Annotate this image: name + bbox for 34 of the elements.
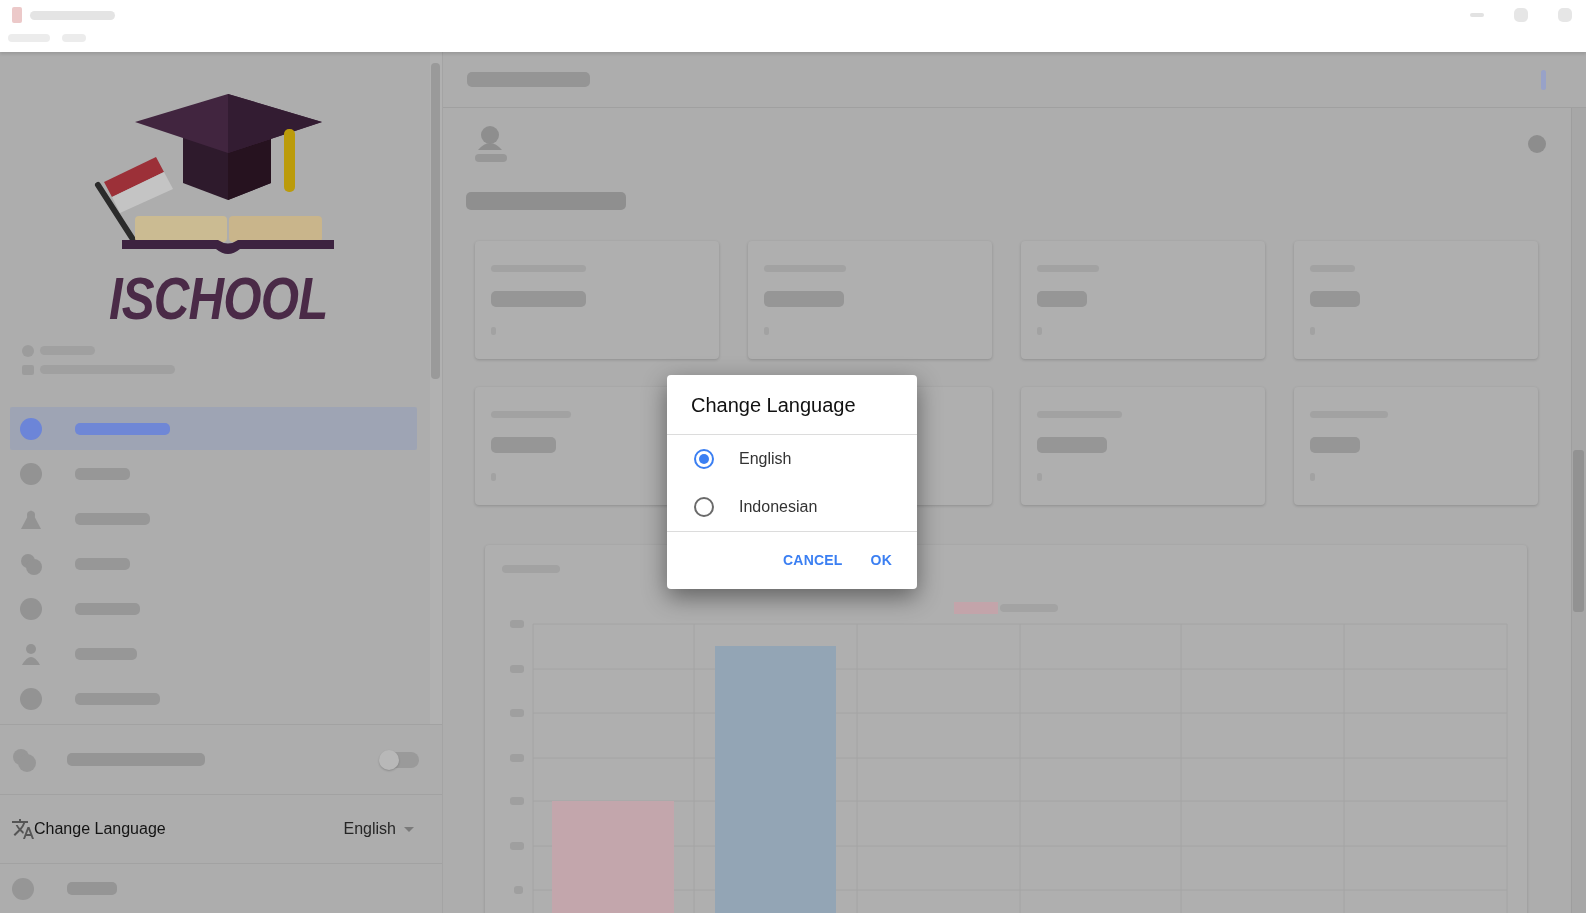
blurred-icon: [20, 597, 42, 620]
blurred-icon: [20, 462, 42, 485]
blurred-text-bar: [491, 436, 556, 453]
translate-icon: [12, 818, 34, 840]
option-label[interactable]: Indonesian: [739, 495, 818, 519]
option-label[interactable]: English: [739, 447, 792, 471]
blurred-text-bar: [67, 882, 117, 895]
radio-button[interactable]: [694, 497, 714, 517]
blurred-icon: [20, 642, 42, 665]
avatar-icon: [475, 125, 505, 150]
app-icon: [12, 7, 22, 23]
blurred-icon: [20, 417, 42, 440]
blurred-text-bar: [1037, 436, 1107, 453]
logo-text: ISCHOOL: [109, 269, 328, 329]
nav-item[interactable]: [10, 407, 417, 450]
caret-icon: [404, 826, 414, 832]
scrollbar-track[interactable]: [1571, 108, 1586, 913]
blurred-text-bar: [1310, 436, 1360, 453]
scrollbar-track[interactable]: [430, 52, 442, 724]
blurred-icon: [20, 687, 42, 710]
blurred-icon: [20, 552, 42, 575]
blurred-icon: [1528, 135, 1546, 153]
blurred-text-bar: [1037, 290, 1087, 307]
ok-button[interactable]: OK: [862, 544, 900, 577]
blurred-menu-icon[interactable]: [1541, 69, 1546, 90]
blurred-text-bar: [1310, 290, 1360, 307]
language-dropdown[interactable]: English: [343, 817, 414, 841]
close-button[interactable]: [1558, 8, 1572, 22]
maximize-button[interactable]: [1514, 8, 1528, 22]
change-language-label: Change Language: [34, 819, 166, 839]
cancel-button[interactable]: CANCEL: [775, 544, 851, 577]
dialog-title: Change Language: [691, 392, 856, 418]
theme-toggle[interactable]: [381, 751, 419, 768]
radio-button[interactable]: [694, 449, 714, 469]
